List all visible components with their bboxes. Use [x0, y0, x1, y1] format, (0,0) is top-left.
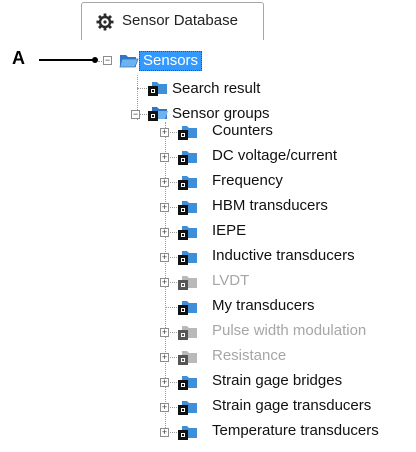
expander-group[interactable]: +: [160, 253, 169, 262]
tree-group-label: Counters: [212, 122, 273, 139]
locked-folder-icon: [178, 173, 197, 190]
tree-root-label[interactable]: Sensors: [139, 51, 203, 71]
locked-folder-icon: [178, 423, 197, 440]
locked-folder-icon: [178, 223, 197, 240]
tree-line: [165, 307, 179, 308]
callout-dot: [92, 57, 98, 63]
expander-group[interactable]: +: [160, 328, 169, 337]
tab-sensor-database[interactable]: Sensor Database: [81, 2, 264, 40]
open-folder-icon: [119, 52, 139, 69]
expander-group[interactable]: +: [160, 178, 169, 187]
tree-item-search-result[interactable]: Search result: [172, 80, 260, 97]
tree-group-label: Strain gage bridges: [212, 372, 343, 389]
expander-group[interactable]: +: [160, 228, 169, 237]
expander-sensor-groups[interactable]: −: [131, 110, 140, 119]
expander-root[interactable]: −: [103, 56, 112, 65]
expander-group[interactable]: +: [160, 153, 169, 162]
locked-folder-icon: [178, 198, 197, 215]
locked-folder-disabled-icon: [178, 348, 197, 365]
locked-folder-icon: [148, 79, 167, 96]
tree-group-label: Resistance: [212, 347, 287, 364]
tree-group-label: DC voltage/current: [212, 147, 338, 164]
expander-group[interactable]: +: [160, 428, 169, 437]
expander-group[interactable]: +: [160, 353, 169, 362]
tree-group-label: Frequency: [212, 172, 283, 189]
locked-folder-icon: [178, 398, 197, 415]
tree-group-label: Temperature transducers: [212, 422, 379, 439]
locked-open-folder-icon: [148, 104, 168, 121]
expander-group[interactable]: +: [160, 278, 169, 287]
locked-folder-icon: [178, 373, 197, 390]
expander-group[interactable]: +: [160, 128, 169, 137]
expander-group[interactable]: +: [160, 203, 169, 212]
tree-group-label: IEPE: [212, 222, 247, 239]
tree-group-label: Inductive transducers: [212, 247, 355, 264]
locked-folder-disabled-icon: [178, 273, 197, 290]
gear-icon: [96, 13, 114, 31]
tree-group-label: Pulse width modulation: [212, 322, 367, 339]
tree-group-label: Strain gage transducers: [212, 397, 372, 414]
tree-group-label: LVDT: [212, 272, 250, 289]
tree-group-label: HBM transducers: [212, 197, 328, 214]
callout-letter: A: [12, 48, 25, 68]
locked-folder-disabled-icon: [178, 323, 197, 340]
locked-folder-icon: [178, 248, 197, 265]
tree-group-label: My transducers: [212, 297, 315, 314]
tree-item-sensor-groups[interactable]: Sensor groups: [172, 105, 270, 122]
expander-group[interactable]: +: [160, 378, 169, 387]
expander-group[interactable]: +: [160, 403, 169, 412]
locked-folder-icon: [178, 298, 197, 315]
tab-label: Sensor Database: [122, 12, 238, 29]
callout-leader-line: [39, 59, 94, 61]
locked-folder-icon: [178, 148, 197, 165]
locked-folder-icon: [178, 123, 197, 140]
